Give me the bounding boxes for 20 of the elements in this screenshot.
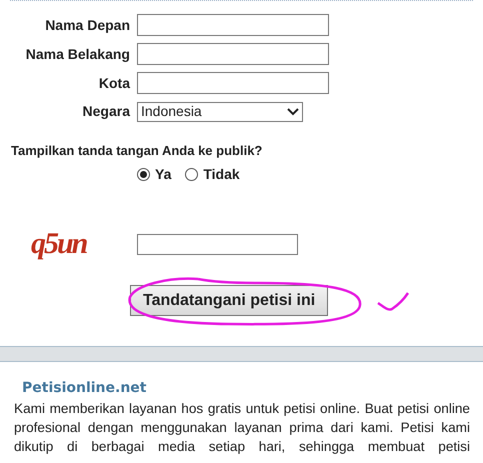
field-label: Kota [98, 74, 130, 92]
radio-button[interactable] [137, 168, 150, 181]
captcha-field[interactable] [137, 234, 298, 254]
question-text: Tampilkan tanda tangan Anda ke publik? [11, 143, 262, 158]
radio-label: Ya [155, 165, 172, 184]
section-heading: Petisionline.net [21, 379, 148, 397]
radio-label: Tidak [203, 165, 240, 184]
text-field[interactable] [137, 43, 329, 65]
submit-button[interactable]: Tandatangani petisi ini [130, 285, 328, 316]
about-paragraph: Kami memberikan layanan hos gratis untuk petisi online. Buat petisi online profesional dengan menggunakan layanan prima dari kami. Petisi kami dikutip di berbagai media setiap hari, sehingga membuat petisi [14, 400, 470, 456]
field-label: Nama Depan [44, 16, 130, 35]
text-field[interactable] [137, 72, 329, 94]
check-mark [376, 291, 410, 313]
text-field[interactable] [137, 14, 329, 36]
chevron-down-icon [287, 108, 299, 116]
captcha-text: q5un [31, 229, 86, 259]
radio-button[interactable] [185, 168, 198, 181]
country-select[interactable]: Indonesia [137, 102, 303, 122]
field-label: Nama Belakang [24, 44, 130, 64]
field-label: Negara [82, 102, 130, 121]
